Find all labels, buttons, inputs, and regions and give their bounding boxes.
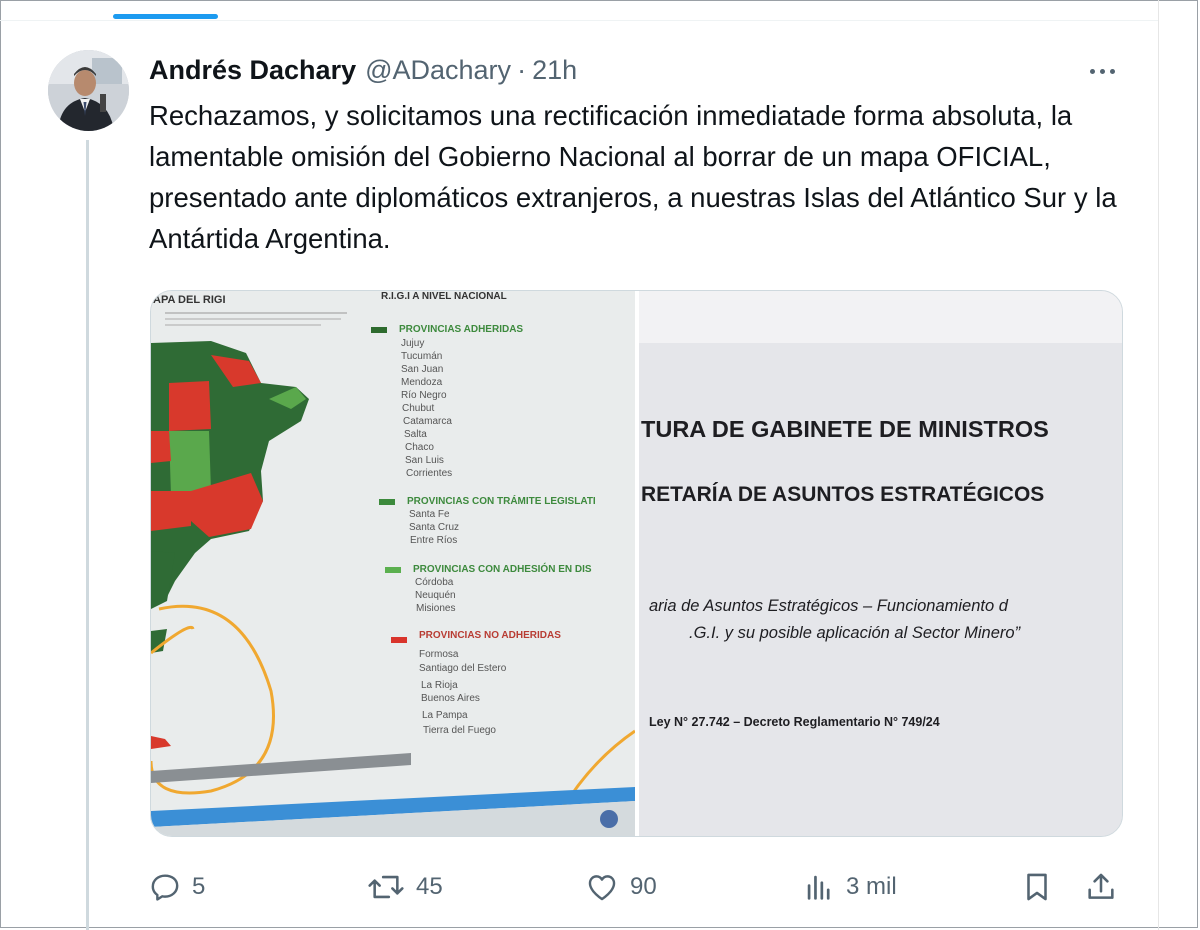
tweet-text: Rechazamos, y solicitamos una rectificac…	[149, 100, 1117, 254]
separator-dot: ·	[517, 54, 527, 85]
media-photo-document[interactable]: TURA DE GABINETE DE MINISTROS RETARÍA DE…	[639, 291, 1123, 837]
map-header-left: APA DEL RIGI	[153, 294, 226, 306]
retweet-count: 45	[416, 873, 443, 900]
legend-item: Buenos Aires	[421, 693, 480, 704]
retweet-icon	[368, 875, 404, 899]
views-button[interactable]: 3 mil	[802, 862, 897, 912]
legend-item: La Pampa	[422, 710, 468, 721]
legend-item: La Rioja	[421, 680, 458, 691]
author-name[interactable]: Andrés Dachary	[149, 55, 356, 86]
legend-title-adheridas: PROVINCIAS ADHERIDAS	[399, 324, 523, 335]
timestamp[interactable]: 21h	[532, 55, 577, 86]
legend-item: Neuquén	[415, 590, 456, 601]
legend-item: Chubut	[402, 403, 434, 414]
media-photo-rigi-map[interactable]: APA DEL RIGI R.I.G.I A NIVEL NACIONAL PR…	[151, 291, 636, 837]
share-icon	[1088, 873, 1114, 899]
retweet-button[interactable]: 45	[366, 862, 443, 912]
author-handle[interactable]: @ADachary	[365, 55, 511, 86]
avatar[interactable]	[48, 50, 129, 131]
column-divider	[1158, 0, 1159, 930]
legend-item: Salta	[404, 429, 427, 440]
legend-item: Formosa	[419, 649, 459, 660]
like-button[interactable]: 90	[584, 862, 657, 912]
tweet-header: Andrés Dachary @ADachary · 21h	[149, 52, 577, 88]
reply-button[interactable]: 5	[148, 862, 205, 912]
legend-title-no-adheridas: PROVINCIAS NO ADHERIDAS	[419, 630, 561, 641]
reply-count: 5	[192, 873, 206, 900]
tweet-actions: 5 45 90 3 mil	[0, 862, 1158, 912]
legend-item: Santa Fe	[409, 509, 450, 520]
legend-item: San Luis	[405, 455, 444, 466]
legend-item: Río Negro	[401, 390, 447, 401]
legend-item: Santa Cruz	[409, 522, 459, 533]
legend-item: Entre Ríos	[410, 535, 457, 546]
bookmark-button[interactable]	[1020, 862, 1054, 912]
legend-item: Tierra del Fuego	[423, 725, 496, 736]
legend-item: Tucumán	[401, 351, 442, 362]
doc-line-secretaria: RETARÍA DE ASUNTOS ESTRATÉGICOS	[641, 483, 1044, 506]
thread-connector-line	[86, 140, 89, 930]
analytics-icon	[807, 875, 830, 900]
government-seal-icon	[600, 810, 618, 828]
legend-item: San Juan	[401, 364, 443, 375]
legend-item: Misiones	[416, 603, 455, 614]
legend-item: Jujuy	[401, 338, 424, 349]
legend-item: Corrientes	[406, 468, 452, 479]
bookmark-icon	[1027, 873, 1047, 901]
legend-title-disenso: PROVINCIAS CON ADHESIÓN EN DIS	[413, 562, 592, 575]
views-count: 3 mil	[846, 873, 897, 900]
tweet-media[interactable]: APA DEL RIGI R.I.G.I A NIVEL NACIONAL PR…	[150, 290, 1123, 837]
heart-icon	[588, 875, 616, 901]
more-options-icon[interactable]	[1082, 56, 1122, 86]
legend-item: Catamarca	[403, 416, 452, 427]
legend-item: Córdoba	[415, 577, 454, 588]
reply-icon	[151, 874, 179, 901]
like-count: 90	[630, 873, 657, 900]
legend-item: Chaco	[405, 442, 434, 453]
doc-line-jefatura: TURA DE GABINETE DE MINISTROS	[641, 416, 1049, 442]
legend-item: Mendoza	[401, 377, 443, 388]
legend-title-tramite: PROVINCIAS CON TRÁMITE LEGISLATI	[407, 494, 596, 507]
active-tab-indicator	[113, 14, 218, 19]
doc-line-law: Ley N° 27.742 – Decreto Reglamentario N°…	[649, 715, 940, 729]
doc-line-subtitle-2: .G.I. y su posible aplicación al Sector …	[689, 624, 1022, 642]
doc-line-subtitle-1: aria de Asuntos Estratégicos – Funcionam…	[649, 597, 1009, 615]
top-divider	[0, 20, 1158, 21]
legend-item: Santiago del Estero	[419, 663, 507, 674]
map-header-right: R.I.G.I A NIVEL NACIONAL	[381, 291, 507, 302]
share-button[interactable]	[1084, 862, 1118, 912]
